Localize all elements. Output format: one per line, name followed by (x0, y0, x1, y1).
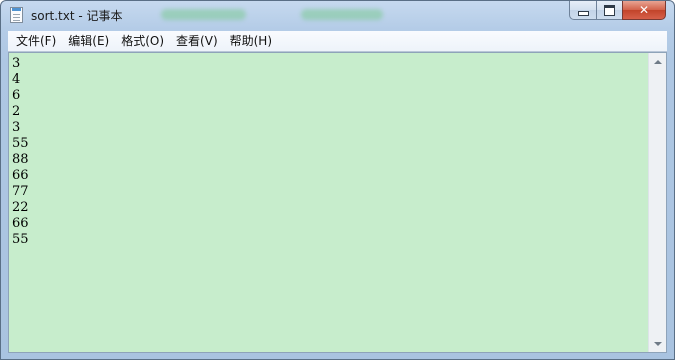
vertical-scrollbar[interactable] (648, 53, 666, 352)
maximize-button[interactable] (596, 1, 622, 20)
notepad-icon[interactable] (10, 7, 23, 23)
scroll-up-button[interactable] (649, 53, 666, 70)
window-title: sort.txt - 记事本 (31, 9, 123, 23)
minimize-icon (577, 10, 589, 16)
notepad-window: sort.txt - 记事本 ✕ 文件(F) 编辑(E) 格式(O) 查看(V)… (0, 0, 675, 360)
menu-bar: 文件(F) 编辑(E) 格式(O) 查看(V) 帮助(H) (8, 31, 667, 52)
menu-format[interactable]: 格式(O) (115, 31, 170, 51)
document-text[interactable]: 3 4 6 2 3 55 88 66 77 22 66 55 (12, 56, 648, 349)
menu-file[interactable]: 文件(F) (8, 31, 62, 51)
title-bar[interactable]: sort.txt - 记事本 ✕ (1, 1, 674, 30)
close-button[interactable]: ✕ (622, 1, 666, 20)
blurred-taskbar-region (161, 9, 246, 20)
chevron-up-icon (653, 59, 662, 64)
blurred-taskbar-region (301, 9, 383, 20)
minimize-button[interactable] (569, 1, 596, 20)
scroll-down-button[interactable] (649, 335, 666, 352)
maximize-icon (604, 4, 615, 16)
text-editor-area[interactable]: 3 4 6 2 3 55 88 66 77 22 66 55 (8, 52, 667, 353)
menu-help[interactable]: 帮助(H) (224, 31, 278, 51)
chevron-down-icon (653, 341, 662, 346)
menu-view[interactable]: 查看(V) (170, 31, 224, 51)
menu-edit[interactable]: 编辑(E) (62, 31, 115, 51)
window-controls: ✕ (569, 1, 666, 20)
close-icon: ✕ (638, 3, 650, 17)
